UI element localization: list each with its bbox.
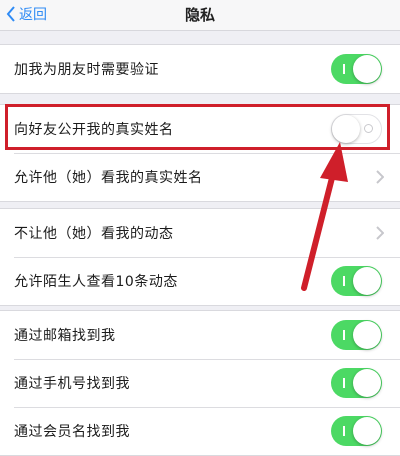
row-label: 向好友公开我的真实姓名 <box>14 122 174 138</box>
settings-group-real-name: 向好友公开我的真实姓名 允许他（她）看我的真实姓名 <box>0 104 400 202</box>
show-real-name-toggle[interactable] <box>331 114 382 144</box>
toggle-knob <box>332 115 360 143</box>
friend-verification-toggle[interactable] <box>331 54 382 84</box>
row-label: 允许陌生人查看10条动态 <box>14 274 178 290</box>
settings-row-find-by-phone: 通过手机号找到我 <box>0 359 400 407</box>
row-label: 不让他（她）看我的动态 <box>14 226 174 242</box>
stranger-view-moments-toggle[interactable] <box>331 266 382 296</box>
settings-row-find-by-email: 通过邮箱找到我 <box>0 311 400 359</box>
page-title: 隐私 <box>184 6 215 24</box>
settings-row-friend-verification: 加我为朋友时需要验证 <box>0 45 400 93</box>
toggle-on-mark <box>343 378 345 388</box>
find-by-member-name-toggle[interactable] <box>331 416 382 446</box>
toggle-knob <box>353 417 381 445</box>
settings-row-hide-moments[interactable]: 不让他（她）看我的动态 <box>0 209 400 257</box>
find-by-phone-toggle[interactable] <box>331 368 382 398</box>
row-label: 允许他（她）看我的真实姓名 <box>14 170 203 186</box>
toggle-on-mark <box>343 426 345 436</box>
settings-group-verification: 加我为朋友时需要验证 <box>0 44 400 94</box>
row-label: 通过会员名找到我 <box>14 424 130 440</box>
chevron-right-icon <box>376 226 384 240</box>
settings-group-moments: 不让他（她）看我的动态 允许陌生人查看10条动态 <box>0 208 400 306</box>
toggle-knob <box>353 369 381 397</box>
row-label: 通过手机号找到我 <box>14 376 130 392</box>
settings-row-allow-view-real-name[interactable]: 允许他（她）看我的真实姓名 <box>0 153 400 201</box>
find-by-email-toggle[interactable] <box>331 320 382 350</box>
settings-group-find-me: 通过邮箱找到我 通过手机号找到我 通过会员名找到我 <box>0 310 400 456</box>
toggle-on-mark <box>343 64 345 74</box>
chevron-right-icon <box>376 170 384 184</box>
settings-row-show-real-name: 向好友公开我的真实姓名 <box>0 105 400 153</box>
toggle-knob <box>353 267 381 295</box>
toggle-on-mark <box>343 330 345 340</box>
row-label: 加我为朋友时需要验证 <box>14 62 159 78</box>
toggle-knob <box>353 55 381 83</box>
row-label: 通过邮箱找到我 <box>14 328 116 344</box>
toggle-off-mark <box>364 124 373 133</box>
toggle-knob <box>353 321 381 349</box>
navigation-bar: 返回 隐私 <box>0 0 400 31</box>
toggle-on-mark <box>343 276 345 286</box>
settings-row-stranger-view-moments: 允许陌生人查看10条动态 <box>0 257 400 305</box>
settings-row-find-by-member-name: 通过会员名找到我 <box>0 407 400 455</box>
